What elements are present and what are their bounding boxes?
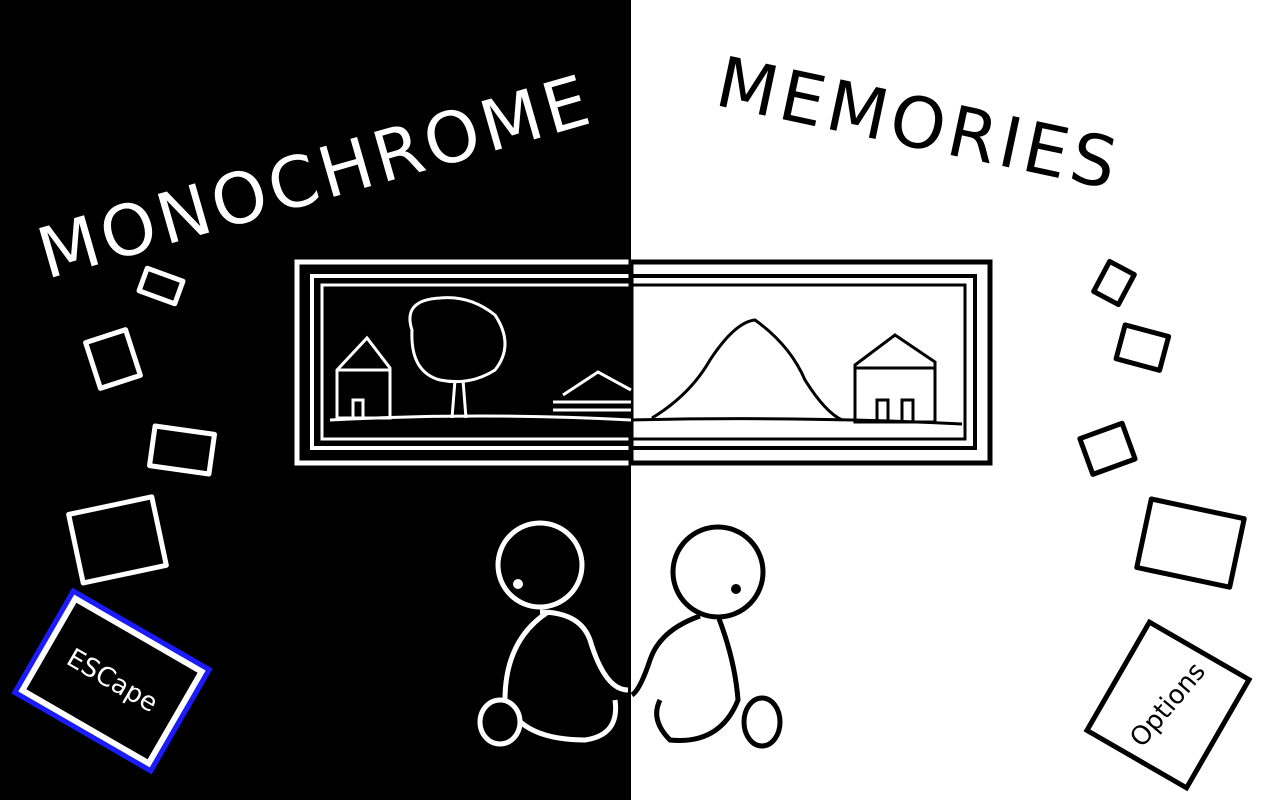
floating-cards-right-icon (1077, 258, 1247, 590)
escape-label: ESCape (61, 643, 163, 719)
sitting-figure-right-icon (630, 524, 783, 749)
sitting-figure-left-icon (477, 520, 629, 747)
floating-cards-left-icon (66, 265, 217, 586)
framed-landscape-painting-icon (294, 259, 993, 466)
options-label: Options (1124, 656, 1212, 754)
